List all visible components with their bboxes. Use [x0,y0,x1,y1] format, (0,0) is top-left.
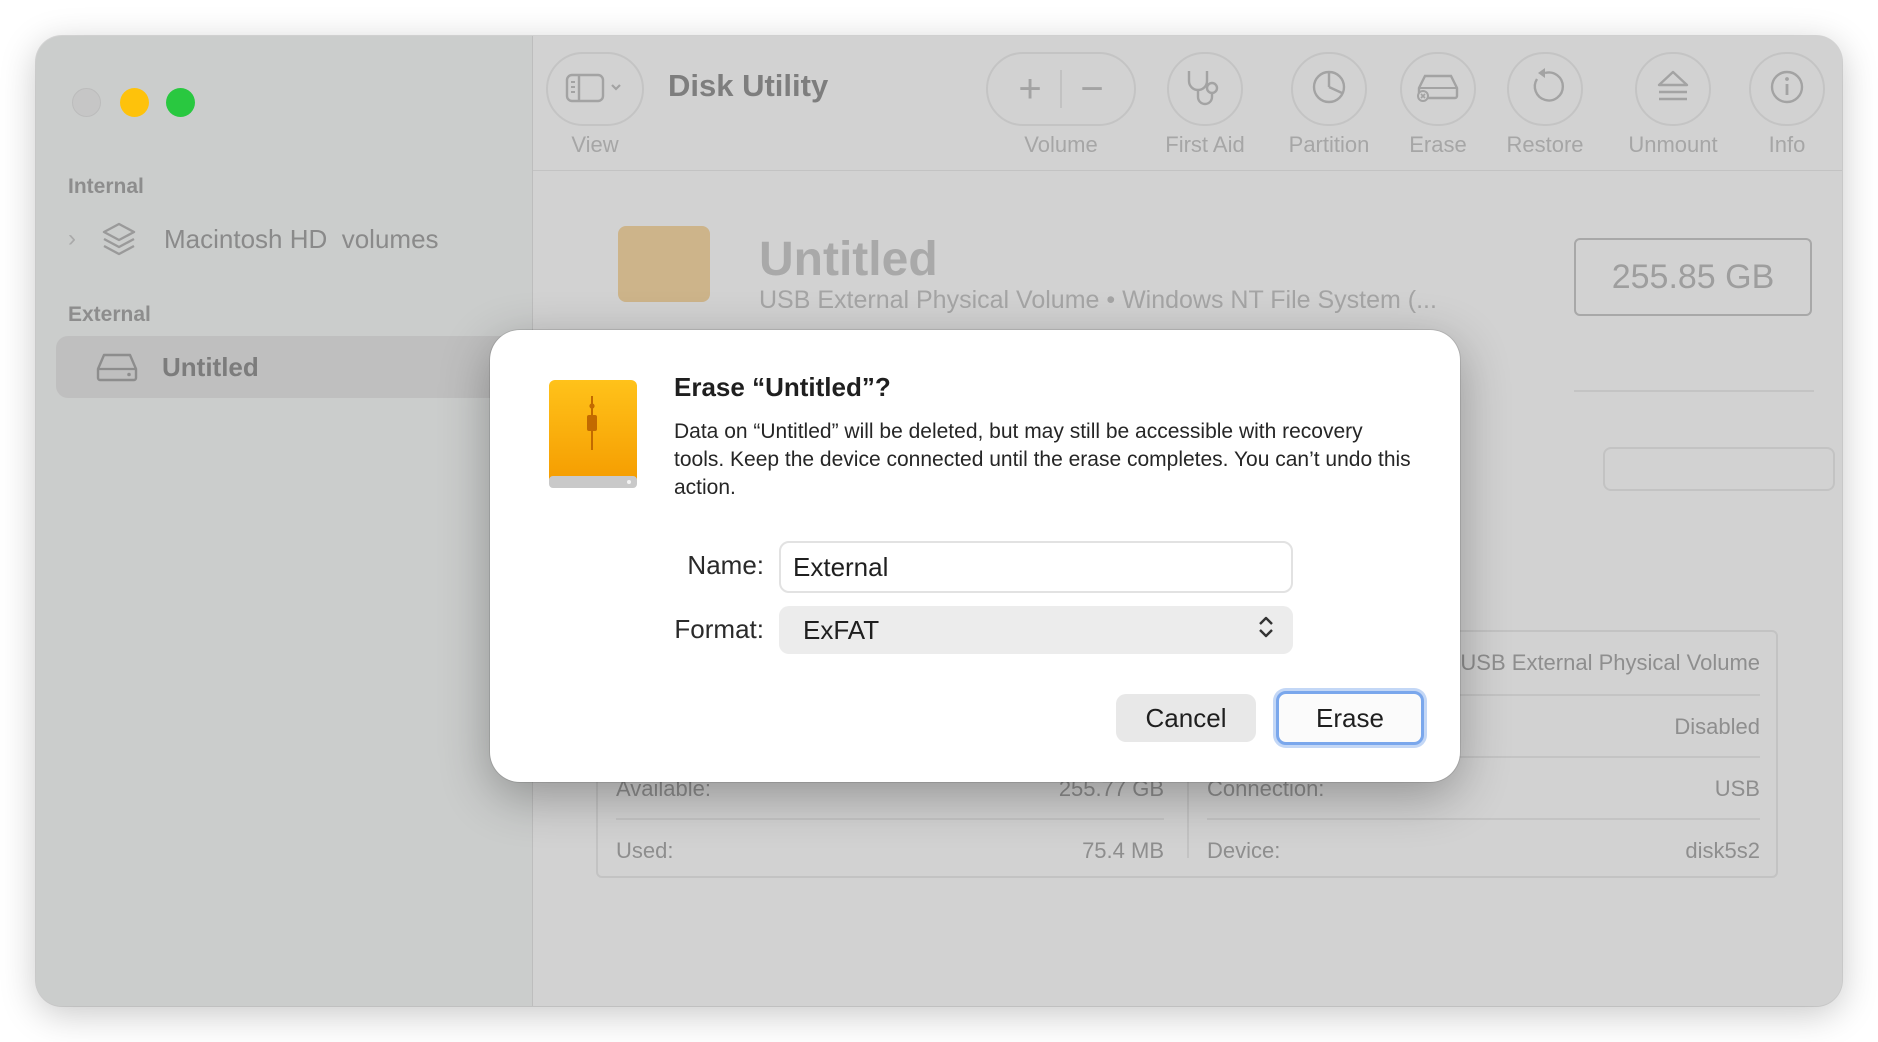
unmount-button[interactable] [1635,52,1711,126]
name-input[interactable] [779,541,1293,593]
info-row: Device: disk5s2 [1207,818,1760,882]
restore-label: Restore [1506,132,1584,157]
erase-confirm-button[interactable]: Erase [1276,691,1424,745]
maximize-window-button[interactable] [166,88,195,117]
first-aid-button[interactable] [1167,52,1243,126]
sidebar-section-internal: Internal [68,175,144,198]
erase-toolbar-button[interactable] [1400,52,1476,126]
erase-dialog: Erase “Untitled”? Data on “Untitled” wil… [490,330,1460,782]
header-divider [1574,390,1814,392]
add-volume-icon[interactable]: + [1000,67,1060,112]
name-field-label: Name: [687,550,764,580]
format-select-value: ExFAT [803,614,880,645]
format-select[interactable]: ExFAT [779,606,1293,654]
info-label: Used: [616,838,674,863]
sidebar-section-external: External [68,303,151,326]
external-drive-icon [92,352,142,382]
partition-label: Partition [1288,132,1370,157]
info-value: USB External Physical Volume [1460,650,1760,675]
sidebar-item-label: Macintosh HD volumes [164,223,439,254]
partition-pie-icon [1309,67,1349,112]
up-down-chevron-icon [1257,614,1275,647]
restore-arrow-icon [1525,67,1565,112]
chevron-right-icon[interactable]: › [68,225,94,253]
format-field-label: Format: [674,614,764,644]
view-button[interactable] [546,52,644,126]
info-button[interactable] [1749,52,1825,126]
volumes-stack-icon [94,220,144,258]
toolbar: View Disk Utility + − Volume First Aid P… [533,36,1842,171]
remove-volume-icon[interactable]: − [1062,67,1122,112]
external-drive-orange-icon [547,378,639,490]
view-label: View [571,132,619,157]
dialog-title: Erase “Untitled”? [674,372,891,402]
volume-button-group: + − [986,52,1136,126]
app-title: Disk Utility [668,68,829,103]
info-value: disk5s2 [1685,838,1760,863]
stethoscope-icon [1183,67,1227,112]
info-value: Disabled [1674,714,1760,739]
info-row: Used: 75.4 MB [616,818,1164,882]
minimize-window-button[interactable] [120,88,149,117]
partition-button[interactable] [1291,52,1367,126]
volume-title: Untitled [759,233,938,286]
volume-capacity: 255.85 GB [1574,238,1812,316]
close-window-button[interactable] [72,88,101,117]
volume-drive-icon [618,226,710,302]
info-label: Device: [1207,838,1281,863]
sidebar-toggle-icon [565,70,625,109]
sidebar-item-label: Untitled [162,351,259,382]
info-icon [1768,68,1806,111]
first-aid-label: First Aid [1165,132,1245,157]
info-value: 75.4 MB [1082,838,1164,863]
eject-icon [1653,67,1693,112]
erase-drive-icon [1415,70,1461,109]
unmount-label: Unmount [1628,132,1718,157]
usage-bar [1603,447,1835,491]
info-value: USB [1714,776,1760,801]
cancel-button[interactable]: Cancel [1116,694,1256,742]
info-label: Info [1768,132,1806,157]
volume-subtitle: USB External Physical Volume • Windows N… [759,286,1437,314]
disk-utility-window: Internal › Macintosh HD volumes External… [36,36,1842,1006]
erase-toolbar-label: Erase [1409,132,1467,157]
dialog-message: Data on “Untitled” will be deleted, but … [674,420,1411,499]
sidebar: Internal › Macintosh HD volumes External… [36,36,533,1006]
volume-label: Volume [1024,132,1098,157]
sidebar-item-macintosh-hd[interactable]: › Macintosh HD volumes [58,208,538,270]
sidebar-item-untitled[interactable]: › Untitled [56,336,532,398]
restore-button[interactable] [1507,52,1583,126]
